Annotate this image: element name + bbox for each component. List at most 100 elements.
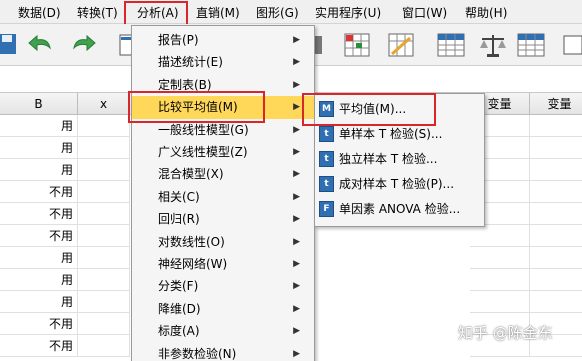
- compare-means-item[interactable]: F 单因素 ANOVA 检验...: [315, 198, 484, 221]
- table-cell-x[interactable]: [78, 313, 130, 335]
- table-cell-b[interactable]: 用: [0, 115, 78, 137]
- menu-item-label: 单样本 T 检验(S)...: [339, 127, 443, 141]
- analyze-menu-item[interactable]: 降维(D) ▶: [132, 298, 314, 321]
- menu-data[interactable]: 数据(D): [18, 4, 61, 21]
- submenu-arrow-icon: ▶: [293, 236, 300, 247]
- menu-item-label: 比较平均值(M): [158, 100, 238, 115]
- table-cell-x[interactable]: [78, 335, 130, 357]
- table-cell-x[interactable]: [78, 159, 130, 181]
- column-header-var2[interactable]: 变量: [530, 93, 582, 115]
- save-icon[interactable]: [0, 30, 24, 60]
- undo-icon[interactable]: [26, 30, 56, 60]
- analyze-menu-item[interactable]: 分类(F) ▶: [132, 275, 314, 298]
- menu-bar: 数据(D) 转换(T) 分析(A) 直销(M) 图形(G) 实用程序(U) 窗口…: [0, 0, 582, 24]
- menu-graphs[interactable]: 图形(G): [256, 4, 299, 21]
- analyze-menu-item[interactable]: 神经网络(W) ▶: [132, 253, 314, 276]
- table-cell-var[interactable]: [530, 159, 582, 181]
- table-cell-var[interactable]: [530, 269, 582, 291]
- procedure-icon: t: [319, 151, 334, 167]
- analyze-menu-item[interactable]: 描述统计(E) ▶: [132, 51, 314, 74]
- table-cell-b[interactable]: 不用: [0, 313, 78, 335]
- table-cell-x[interactable]: [78, 247, 130, 269]
- menu-analyze[interactable]: 分析(A): [137, 4, 179, 21]
- table-cell-var[interactable]: [470, 225, 530, 247]
- table-cell-x[interactable]: [78, 137, 130, 159]
- table-cell-x[interactable]: [78, 225, 130, 247]
- table-cell-b[interactable]: 不用: [0, 225, 78, 247]
- submenu-arrow-icon: ▶: [293, 102, 300, 113]
- analyze-menu-item[interactable]: 相关(C) ▶: [132, 186, 314, 209]
- menu-item-label: 对数线性(O): [158, 234, 225, 249]
- menu-item-label: 定制表(B): [158, 77, 212, 92]
- procedure-icon: t: [319, 176, 334, 192]
- menu-item-label: 成对样本 T 检验(P)...: [339, 177, 455, 191]
- menu-item-label: 回归(R): [158, 212, 200, 227]
- column-header-b[interactable]: B: [0, 93, 78, 115]
- menu-item-label: 降维(D): [158, 301, 201, 316]
- table-cell-var[interactable]: [530, 247, 582, 269]
- submenu-arrow-icon: ▶: [293, 35, 300, 45]
- table-cell-b[interactable]: 不用: [0, 203, 78, 225]
- compare-means-item[interactable]: t 独立样本 T 检验...: [315, 148, 484, 171]
- procedure-icon: F: [319, 201, 334, 217]
- table-cell-b[interactable]: 用: [0, 247, 78, 269]
- insert-variable-icon[interactable]: [386, 30, 416, 60]
- analyze-menu-item[interactable]: 比较平均值(M) ▶: [132, 96, 314, 120]
- value-labels-icon[interactable]: [560, 30, 582, 60]
- table-cell-var[interactable]: [530, 181, 582, 203]
- analyze-menu-item[interactable]: 非参数检验(N) ▶: [132, 343, 314, 361]
- menu-help[interactable]: 帮助(H): [465, 4, 507, 21]
- menu-item-label: 平均值(M)...: [339, 102, 407, 116]
- table-cell-b[interactable]: 不用: [0, 335, 78, 357]
- analyze-menu-item[interactable]: 报告(P) ▶: [132, 29, 314, 52]
- procedure-icon: t: [319, 126, 334, 142]
- compare-means-submenu: M 平均值(M)... t 单样本 T 检验(S)... t 独立样本 T 检验... t 成…: [314, 93, 485, 227]
- menu-utilities[interactable]: 实用程序(U): [315, 4, 381, 21]
- menu-direct-marketing[interactable]: 直销(M): [196, 4, 240, 21]
- menu-transform[interactable]: 转换(T): [77, 4, 118, 21]
- analyze-menu-item[interactable]: 定制表(B) ▶: [132, 74, 314, 97]
- table-cell-var[interactable]: [470, 247, 530, 269]
- table-cell-var[interactable]: [530, 203, 582, 225]
- table-cell-b[interactable]: 不用: [0, 181, 78, 203]
- analyze-menu-item[interactable]: 标度(A) ▶: [132, 320, 314, 343]
- menu-item-label: 单因素 ANOVA 检验...: [339, 202, 461, 216]
- table-cell-x[interactable]: [78, 115, 130, 137]
- submenu-arrow-icon: ▶: [293, 124, 300, 135]
- table-cell-b[interactable]: 用: [0, 291, 78, 313]
- split-file-icon[interactable]: [436, 30, 466, 60]
- insert-cases-icon[interactable]: [342, 30, 372, 60]
- table-cell-x[interactable]: [78, 291, 130, 313]
- table-cell-var[interactable]: [530, 115, 582, 137]
- analyze-menu-item[interactable]: 广义线性模型(Z) ▶: [132, 141, 314, 164]
- weight-cases-icon[interactable]: [478, 30, 508, 60]
- compare-means-item[interactable]: M 平均值(M)...: [315, 98, 484, 121]
- table-cell-x[interactable]: [78, 269, 130, 291]
- watermark: 知乎 @陈金东: [458, 324, 553, 342]
- table-cell-var[interactable]: [530, 225, 582, 247]
- redo-icon[interactable]: [70, 30, 100, 60]
- submenu-arrow-icon: ▶: [293, 57, 300, 68]
- table-cell-var[interactable]: [470, 291, 530, 313]
- menu-item-label: 描述统计(E): [158, 55, 223, 70]
- menu-item-label: 广义线性模型(Z): [158, 145, 248, 159]
- analyze-menu-item[interactable]: 混合模型(X) ▶: [132, 163, 314, 186]
- table-cell-x[interactable]: [78, 181, 130, 203]
- table-cell-b[interactable]: 用: [0, 269, 78, 291]
- table-cell-b[interactable]: 用: [0, 137, 78, 159]
- submenu-arrow-icon: ▶: [293, 259, 300, 269]
- analyze-menu-item[interactable]: 回归(R) ▶: [132, 208, 314, 231]
- table-cell-x[interactable]: [78, 203, 130, 225]
- table-cell-var[interactable]: [530, 137, 582, 159]
- column-header-x[interactable]: x: [78, 93, 130, 115]
- analyze-menu-item[interactable]: 对数线性(O) ▶: [132, 231, 314, 254]
- analyze-menu-item[interactable]: 一般线性模型(G) ▶: [132, 119, 314, 142]
- table-cell-var[interactable]: [530, 291, 582, 313]
- menu-item-label: 分类(F): [158, 279, 199, 294]
- table-cell-var[interactable]: [470, 269, 530, 291]
- menu-window[interactable]: 窗口(W): [402, 4, 447, 21]
- compare-means-item[interactable]: t 成对样本 T 检验(P)...: [315, 173, 484, 196]
- table-cell-b[interactable]: 用: [0, 159, 78, 181]
- compare-means-item[interactable]: t 单样本 T 检验(S)...: [315, 123, 484, 146]
- select-cases-icon[interactable]: [516, 30, 546, 60]
